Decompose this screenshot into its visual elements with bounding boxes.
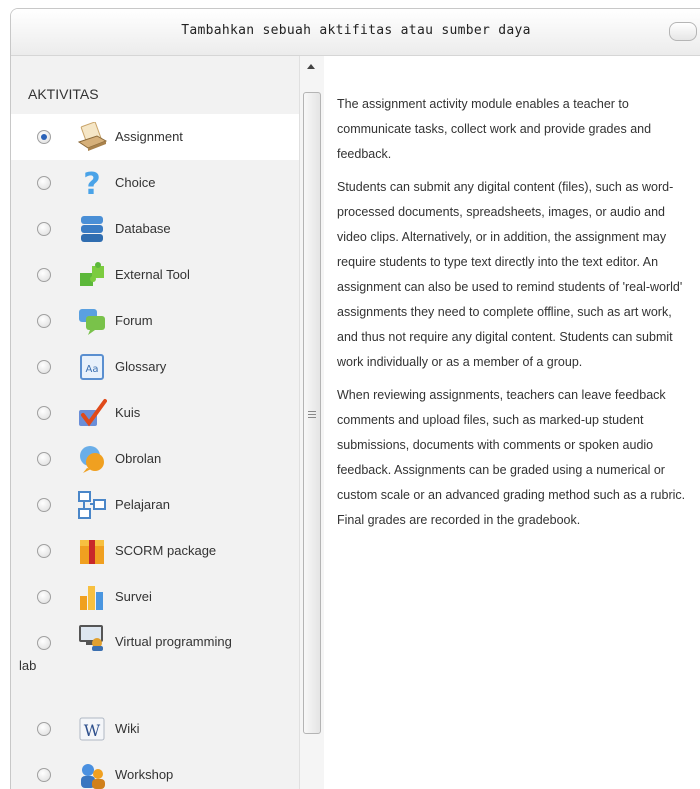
option-label: Workshop [115, 767, 174, 782]
choice-radio[interactable] [37, 176, 51, 190]
option-label: SCORM package [115, 543, 217, 558]
option-choice[interactable]: ? Choice [11, 160, 299, 206]
workshop-radio[interactable] [37, 768, 51, 782]
chat-icon [77, 444, 107, 474]
grip-line [308, 411, 316, 412]
option-label: Assignment [115, 129, 183, 144]
scroll-up-arrow-icon[interactable] [307, 64, 315, 69]
obrolan-radio[interactable] [37, 452, 51, 466]
choice-icon: ? [77, 167, 107, 202]
option-obrolan[interactable]: Obrolan [11, 436, 299, 482]
option-label: Wiki [115, 721, 140, 736]
scroll-thumb[interactable] [303, 92, 321, 734]
scorm-package-icon [77, 536, 107, 566]
option-label: External Tool [115, 267, 190, 282]
glossary-radio[interactable] [37, 360, 51, 374]
add-activity-dialog: Tambahkan sebuah aktifitas atau sumber d… [10, 8, 700, 789]
external-tool-radio[interactable] [37, 268, 51, 282]
dialog-title: Tambahkan sebuah aktifitas atau sumber d… [181, 23, 531, 38]
scorm-package-radio[interactable] [37, 544, 51, 558]
svg-text:Aa: Aa [86, 364, 99, 375]
grip-line [308, 414, 316, 415]
option-label: Obrolan [115, 451, 162, 466]
option-external-tool[interactable]: External Tool [11, 252, 299, 298]
option-label: Survei [115, 589, 152, 604]
options-scrollbar[interactable] [299, 56, 324, 789]
option-label: Pelajaran [115, 497, 170, 512]
svg-text:W: W [84, 721, 101, 740]
kuis-radio[interactable] [37, 406, 51, 420]
database-radio[interactable] [37, 222, 51, 236]
option-label-continued: lab [19, 658, 37, 673]
option-label: Choice [115, 175, 156, 190]
wiki-icon: W [77, 714, 107, 744]
glossary-icon: Aa [77, 352, 107, 382]
dialog-header: Tambahkan sebuah aktifitas atau sumber d… [11, 9, 700, 56]
option-scorm-package[interactable]: SCORM package [11, 528, 299, 574]
option-assignment[interactable]: Assignment [11, 114, 299, 160]
database-icon [77, 214, 107, 244]
survey-icon [77, 582, 107, 612]
option-label: Glossary [115, 359, 167, 374]
grip-line [308, 417, 316, 418]
option-label: Virtual programming [115, 634, 232, 649]
workshop-icon [77, 760, 107, 789]
option-wiki[interactable]: W Wiki [11, 706, 299, 752]
help-paragraph: Students can submit any digital content … [337, 180, 683, 369]
survei-radio[interactable] [37, 590, 51, 604]
option-kuis[interactable]: Kuis [11, 390, 299, 436]
option-survei[interactable]: Survei [11, 574, 299, 620]
option-label: Forum [115, 313, 153, 328]
quiz-icon [77, 398, 107, 428]
option-pelajaran[interactable]: Pelajaran [11, 482, 299, 528]
section-label: AKTIVITAS [28, 86, 99, 102]
virtual-programming-lab-radio[interactable] [37, 636, 51, 650]
option-forum[interactable]: Forum [11, 298, 299, 344]
pelajaran-radio[interactable] [37, 498, 51, 512]
help-panel: The assignment activity module enables a… [337, 56, 691, 789]
help-paragraph: The assignment activity module enables a… [337, 97, 652, 161]
svg-text:?: ? [83, 168, 100, 198]
help-paragraph: When reviewing assignments, teachers can… [337, 388, 686, 527]
option-database[interactable]: Database [11, 206, 299, 252]
option-label: Kuis [115, 405, 141, 420]
option-workshop[interactable]: Workshop [11, 752, 299, 789]
activity-options-panel: AKTIVITAS Assignment ? Choice Database E… [11, 56, 299, 789]
forum-icon [77, 306, 107, 336]
assignment-radio[interactable] [37, 130, 51, 144]
lesson-icon [77, 490, 107, 520]
option-label: Database [115, 221, 171, 236]
option-glossary[interactable]: Aa Glossary [11, 344, 299, 390]
assignment-icon [77, 121, 108, 152]
wiki-radio[interactable] [37, 722, 51, 736]
close-button[interactable] [669, 22, 697, 41]
option-virtual-programming-lab[interactable]: Virtual programming lab [11, 620, 299, 680]
virtual-programming-lab-icon [77, 622, 107, 652]
forum-radio[interactable] [37, 314, 51, 328]
external-tool-icon [77, 260, 107, 290]
